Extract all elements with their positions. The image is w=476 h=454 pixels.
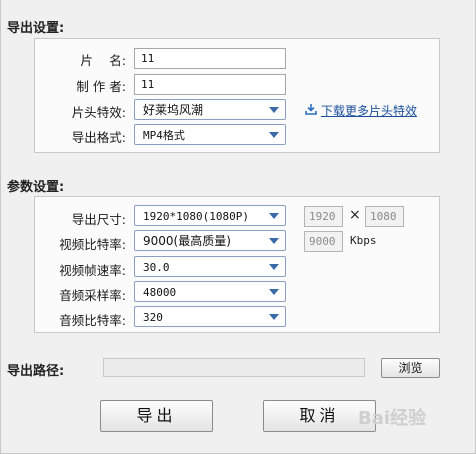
chevron-down-icon xyxy=(269,107,279,113)
width-field: 1920 xyxy=(304,206,343,227)
times-symbol: × xyxy=(349,207,361,223)
name-label: 片 名: xyxy=(80,53,126,68)
export-button[interactable]: 导出 xyxy=(100,400,213,432)
chevron-down-icon xyxy=(269,314,279,320)
size-label: 导出尺寸: xyxy=(71,212,126,227)
sample-rate-select[interactable]: 48000 xyxy=(134,281,286,302)
size-value: 1920*1080(1080P) xyxy=(143,210,249,223)
format-value: MP4格式 xyxy=(143,129,185,142)
chevron-down-icon xyxy=(269,238,279,244)
download-more-effects-link[interactable]: 下载更多片头特效 xyxy=(321,102,417,119)
chevron-down-icon xyxy=(269,289,279,295)
audio-bitrate-select[interactable]: 320 xyxy=(134,306,286,327)
video-bitrate-select[interactable]: 9000(最高质量) xyxy=(134,230,286,251)
height-field: 1080 xyxy=(365,206,404,227)
bitrate-unit: Kbps xyxy=(350,234,377,247)
audio-bitrate-label: 音频比特率: xyxy=(59,313,126,328)
audio-bitrate-value: 320 xyxy=(143,311,163,324)
chevron-down-icon xyxy=(269,213,279,219)
intro-effect-label: 片头特效: xyxy=(71,105,126,120)
frame-rate-label: 视频帧速率: xyxy=(59,263,126,278)
size-select[interactable]: 1920*1080(1080P) xyxy=(134,205,286,226)
author-label: 制 作 者: xyxy=(76,79,126,94)
video-bitrate-value: 9000(最高质量) xyxy=(143,234,231,248)
export-settings-title: 导出设置: xyxy=(7,21,65,36)
frame-rate-value: 30.0 xyxy=(143,261,170,274)
output-path-field[interactable] xyxy=(103,358,365,377)
browse-button[interactable]: 浏览 xyxy=(381,358,440,378)
chevron-down-icon xyxy=(269,264,279,270)
video-bitrate-label: 视频比特率: xyxy=(59,237,126,252)
download-icon[interactable] xyxy=(305,103,317,115)
video-bitrate-field: 9000 xyxy=(304,231,343,252)
param-settings-title: 参数设置: xyxy=(7,180,65,195)
sample-rate-value: 48000 xyxy=(143,286,177,299)
author-input[interactable]: 11 xyxy=(134,74,286,95)
chevron-down-icon xyxy=(269,132,279,138)
name-input[interactable]: 11 xyxy=(134,48,286,69)
format-select[interactable]: MP4格式 xyxy=(134,124,286,145)
output-path-label: 导出路径: xyxy=(7,364,65,379)
intro-effect-select[interactable]: 好莱坞风潮 xyxy=(134,99,286,120)
watermark-logo: Bai经验 xyxy=(358,408,427,429)
sample-rate-label: 音频采样率: xyxy=(59,288,126,303)
frame-rate-select[interactable]: 30.0 xyxy=(134,256,286,277)
intro-effect-value: 好莱坞风潮 xyxy=(143,103,204,117)
format-label: 导出格式: xyxy=(71,130,126,145)
